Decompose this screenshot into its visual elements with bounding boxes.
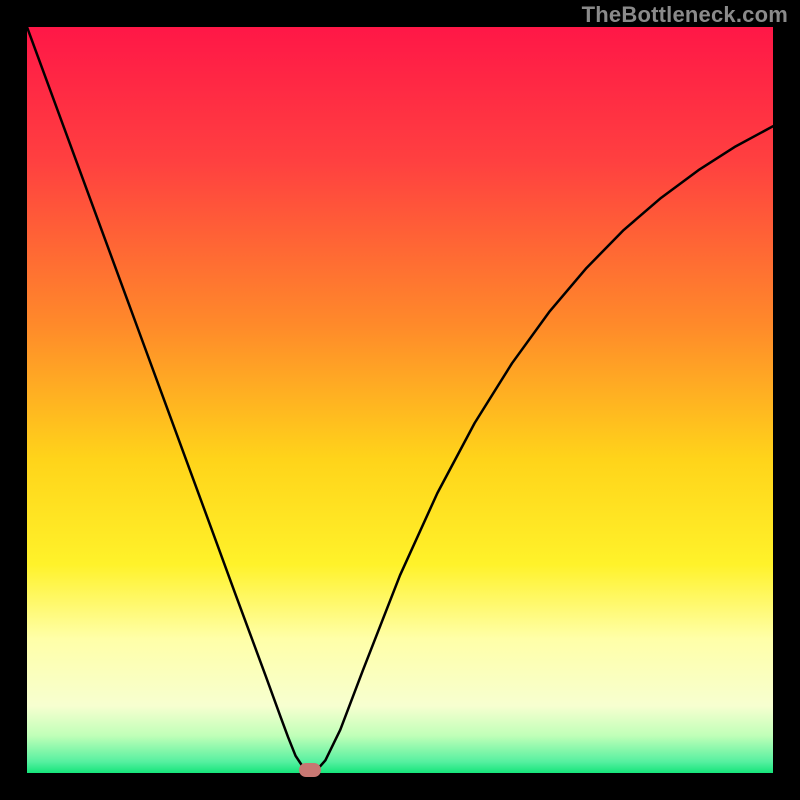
- curve-layer: [27, 27, 773, 773]
- plot-area: [27, 27, 773, 773]
- outer-frame: TheBottleneck.com: [0, 0, 800, 800]
- watermark-label: TheBottleneck.com: [582, 2, 788, 28]
- optimum-marker: [299, 763, 321, 777]
- bottleneck-curve: [27, 27, 773, 773]
